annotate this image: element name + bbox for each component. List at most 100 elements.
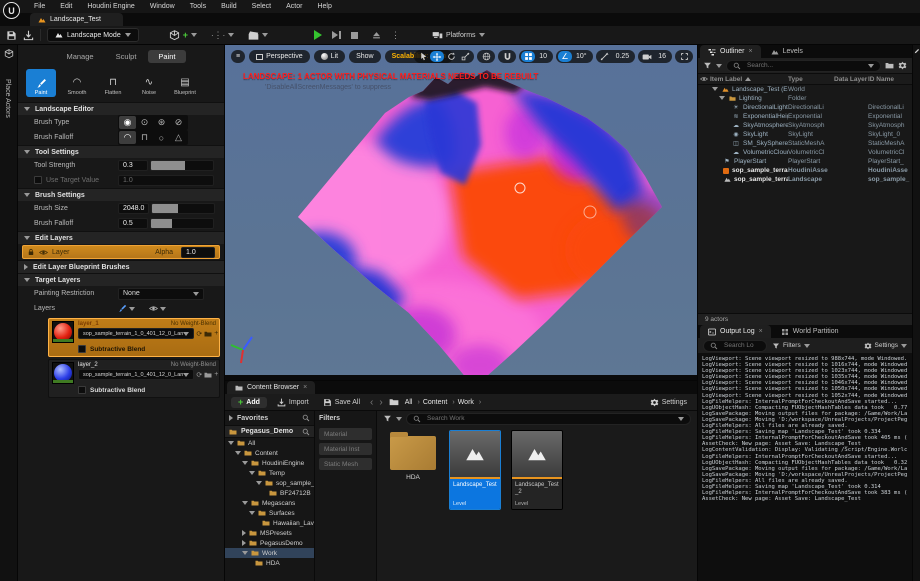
- layer1-assign-icon[interactable]: [204, 330, 212, 338]
- layer-card-2[interactable]: layer_2 No Weight-Blend sop_sample_terra…: [48, 359, 220, 398]
- layer1-asset-dropdown[interactable]: sop_sample_terrain_1_0_401_12_0_Lan: [78, 328, 194, 339]
- log-filters-dropdown[interactable]: Filters: [772, 342, 810, 350]
- outliner-tab[interactable]: Outliner ×: [700, 45, 761, 58]
- layer-card-1[interactable]: layer_1 No Weight-Blend sop_sample_terra…: [48, 318, 220, 357]
- forward-button[interactable]: ›: [379, 397, 382, 408]
- menu-edit[interactable]: Edit: [60, 3, 72, 10]
- use-target-value[interactable]: 1.0: [118, 175, 214, 186]
- tree-item-all[interactable]: All: [225, 438, 314, 448]
- log-search[interactable]: [703, 340, 767, 352]
- menu-actor[interactable]: Actor: [286, 3, 302, 10]
- layers-paint-menu[interactable]: [118, 304, 135, 313]
- outliner-settings-icon[interactable]: [898, 61, 907, 70]
- menu-houdini-engine[interactable]: Houdini Engine: [87, 3, 134, 10]
- menu-tools[interactable]: Tools: [190, 3, 206, 10]
- scale-tool[interactable]: [458, 51, 472, 62]
- tab-paint[interactable]: Paint: [148, 50, 185, 63]
- eye-icon[interactable]: [39, 248, 48, 257]
- edit-layer-row[interactable]: Layer Alpha 1.0: [22, 245, 220, 259]
- outliner-row-lighting[interactable]: Lighting Folder: [698, 94, 912, 103]
- section-tool-settings[interactable]: Tool Settings: [18, 145, 224, 158]
- brush-size-slider[interactable]: [151, 203, 215, 214]
- save-all-button[interactable]: Save All: [319, 396, 364, 409]
- place-actors-tab[interactable]: Place Actors: [4, 79, 11, 118]
- tree-item-mspresets[interactable]: MSPresets: [225, 528, 314, 538]
- lock-icon[interactable]: [27, 248, 35, 256]
- source-control-icon[interactable]: [23, 30, 34, 41]
- scale-snap-control[interactable]: 0.25: [596, 50, 636, 63]
- breadcrumb-all[interactable]: All: [405, 399, 420, 406]
- tree-item-surfaces[interactable]: Surfaces: [225, 508, 314, 518]
- outliner-row-skysphere[interactable]: ◫SM_SkySphere StaticMeshAStaticMeshA: [698, 139, 912, 148]
- tree-item-megascans[interactable]: Megascans: [225, 498, 314, 508]
- brush-type-component[interactable]: ⊘: [170, 116, 187, 129]
- asset-card-landscape-test[interactable]: Landscape_Test Level: [449, 430, 501, 510]
- output-log-tab[interactable]: Output Log ×: [700, 325, 771, 338]
- layer2-asset-dropdown[interactable]: sop_sample_terrain_1_0_401_12_0_Lan: [78, 369, 194, 380]
- col-type[interactable]: Type: [788, 76, 834, 83]
- section-target-layers[interactable]: Target Layers: [18, 273, 224, 286]
- camera-speed-control[interactable]: 16: [638, 50, 672, 63]
- close-icon[interactable]: ×: [749, 48, 753, 55]
- unreal-logo-icon[interactable]: U: [3, 2, 20, 19]
- tree-item-hda[interactable]: HDA: [225, 558, 314, 568]
- outliner-row-directionallight[interactable]: ☀DirectionalLight DirectionalLiDirection…: [698, 103, 912, 112]
- tree-item-hawaiian-lava[interactable]: Hawaiian_Lava_: [225, 518, 314, 528]
- surface-snap-toggle[interactable]: [498, 50, 516, 63]
- brush-type-alpha[interactable]: ⊛: [153, 116, 170, 129]
- outliner-row-skyatmosphere[interactable]: ☁SkyAtmosphere SkyAtmosphSkyAtmosph: [698, 121, 912, 130]
- alpha-value[interactable]: 1.0: [181, 247, 215, 258]
- log-settings-dropdown[interactable]: Settings: [864, 342, 908, 350]
- layer1-subtractive-checkbox[interactable]: [78, 345, 86, 353]
- blueprints-button[interactable]: ∙⋮∙: [207, 28, 238, 43]
- breadcrumb-content[interactable]: Content: [423, 399, 455, 406]
- falloff-tip[interactable]: △: [170, 131, 187, 144]
- falloff-sphere[interactable]: ○: [153, 131, 170, 144]
- outliner-row-playerstart[interactable]: ⚑PlayerStart PlayerStartPlayerStart_: [698, 157, 912, 166]
- lit-dropdown[interactable]: Lit: [314, 50, 345, 63]
- move-tool[interactable]: [430, 51, 444, 62]
- asset-search-input[interactable]: [425, 414, 674, 423]
- col-item-label[interactable]: Item Label: [710, 76, 788, 83]
- tab-sculpt[interactable]: Sculpt: [106, 50, 147, 63]
- close-icon[interactable]: ×: [759, 328, 763, 335]
- levels-tab[interactable]: Levels: [763, 45, 811, 58]
- log-search-input[interactable]: [722, 341, 760, 350]
- layer2-refresh-icon[interactable]: ⟳: [196, 371, 202, 379]
- tab-landscape-test[interactable]: Landscape_Test: [30, 13, 123, 26]
- outliner-row-houdini-asset[interactable]: sop_sample_terrain_1_0 HoudiniAsseHoudin…: [698, 166, 912, 175]
- layer1-thumbnail[interactable]: [52, 321, 74, 343]
- stop-button[interactable]: [347, 30, 362, 41]
- cb-settings-button[interactable]: Settings: [646, 396, 691, 409]
- tree-search-icon[interactable]: [302, 428, 310, 436]
- scale-snap-value[interactable]: 0.25: [612, 53, 634, 60]
- menu-build[interactable]: Build: [221, 3, 237, 10]
- collection-header[interactable]: Pegasus_Demo: [225, 425, 314, 438]
- painting-restriction-dropdown[interactable]: None: [118, 288, 204, 300]
- falloff-linear[interactable]: ⊓: [136, 131, 153, 144]
- tool-smooth[interactable]: ◠ Smooth: [62, 69, 92, 97]
- brush-type-circle[interactable]: ◉: [119, 116, 136, 129]
- col-data-layer[interactable]: Data Layer: [834, 76, 868, 83]
- filter-chip-material-inst[interactable]: Material Inst: [319, 443, 372, 455]
- cinematics-button[interactable]: [244, 28, 272, 43]
- outliner-row-skylight[interactable]: ◉SkyLight SkyLightSkyLight_0: [698, 130, 912, 139]
- save-icon[interactable]: [6, 30, 17, 41]
- platforms-dropdown[interactable]: Platforms: [428, 28, 489, 43]
- asset-card-landscape-test-2[interactable]: Landscape_Test_2 Level: [511, 430, 563, 510]
- section-edit-layers[interactable]: Edit Layers: [18, 231, 224, 244]
- log-output-area[interactable]: LogViewport: Scene viewport resized to 9…: [698, 353, 912, 581]
- section-edit-layer-bp[interactable]: Edit Layer Blueprint Brushes: [18, 260, 224, 273]
- play-options-icon[interactable]: ⋮: [391, 30, 400, 41]
- select-tool[interactable]: [416, 51, 430, 62]
- favorites-search-icon[interactable]: [302, 414, 310, 422]
- rotation-snap-value[interactable]: 10°: [572, 53, 591, 60]
- play-button[interactable]: [310, 28, 326, 42]
- layers-visibility-menu[interactable]: [149, 304, 166, 313]
- tree-item-pegasusdemo[interactable]: PegasusDemo: [225, 538, 314, 548]
- brush-size-value[interactable]: 2048.0: [118, 203, 149, 214]
- menu-select[interactable]: Select: [252, 3, 271, 10]
- viewport-menu-button[interactable]: ≡: [231, 50, 245, 63]
- section-landscape-editor[interactable]: Landscape Editor: [18, 102, 224, 115]
- path-folder-icon[interactable]: [389, 397, 399, 407]
